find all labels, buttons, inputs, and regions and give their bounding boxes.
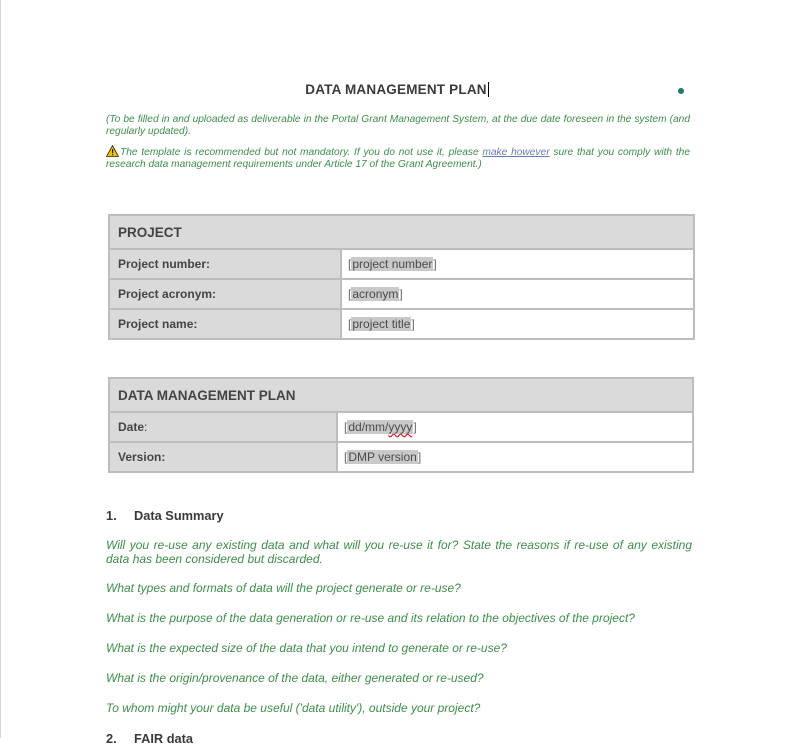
project-acronym-field[interactable]: [acronym] bbox=[340, 278, 695, 310]
project-name-label: Project name: bbox=[108, 308, 342, 340]
template-note: The template is recommended but not mand… bbox=[106, 145, 690, 171]
project-number-placeholder[interactable]: project number bbox=[351, 257, 434, 271]
version-label: Version: bbox=[108, 441, 338, 473]
project-acronym-label: Project acronym: bbox=[108, 278, 342, 310]
date-label: Date: bbox=[108, 411, 338, 443]
project-name-placeholder[interactable]: project title bbox=[351, 317, 412, 331]
section-1-heading: 1. Data Summary bbox=[106, 508, 224, 523]
template-note-link[interactable]: make however bbox=[482, 147, 549, 158]
table-row: Version: [DMP version] bbox=[108, 441, 694, 473]
question-1: Will you re-use any existing data and wh… bbox=[106, 538, 692, 566]
project-name-field[interactable]: [project title] bbox=[340, 308, 695, 340]
question-5: What is the origin/provenance of the dat… bbox=[106, 671, 484, 685]
project-number-label: Project number: bbox=[108, 248, 342, 280]
project-acronym-placeholder[interactable]: acronym bbox=[351, 287, 400, 301]
page-left-edge bbox=[0, 0, 1, 738]
document-title[interactable]: DATA MANAGEMENT PLAN bbox=[0, 82, 794, 97]
table-row: Date: [dd/mm/yyyy] bbox=[108, 411, 694, 443]
warning-triangle-icon bbox=[106, 145, 119, 157]
text-cursor bbox=[487, 82, 489, 97]
question-3: What is the purpose of the data generati… bbox=[106, 611, 635, 625]
date-placeholder[interactable]: dd/mm/yyyy bbox=[347, 420, 414, 434]
version-field[interactable]: [DMP version] bbox=[336, 441, 694, 473]
table-row: Project number: [project number] bbox=[108, 248, 695, 280]
table-row: Project acronym: [acronym] bbox=[108, 278, 695, 310]
question-2: What types and formats of data will the … bbox=[106, 581, 461, 595]
document-title-text: DATA MANAGEMENT PLAN bbox=[305, 82, 487, 97]
question-4: What is the expected size of the data th… bbox=[106, 641, 507, 655]
intro-note: (To be filled in and uploaded as deliver… bbox=[106, 114, 690, 137]
table-row: Project name: [project title] bbox=[108, 308, 695, 340]
project-table-header: PROJECT bbox=[108, 214, 695, 250]
date-field[interactable]: [dd/mm/yyyy] bbox=[336, 411, 694, 443]
dmp-table-header: DATA MANAGEMENT PLAN bbox=[108, 377, 694, 413]
dmp-table: DATA MANAGEMENT PLAN Date: [dd/mm/yyyy] … bbox=[108, 377, 694, 473]
comment-marker-icon[interactable] bbox=[678, 88, 684, 94]
version-placeholder[interactable]: DMP version bbox=[347, 450, 418, 464]
section-2-heading: 2. FAIR data bbox=[106, 731, 194, 746]
project-number-field[interactable]: [project number] bbox=[340, 248, 695, 280]
template-note-text: The template is recommended but not mand… bbox=[120, 147, 483, 158]
project-table: PROJECT Project number: [project number]… bbox=[108, 214, 695, 340]
question-6: To whom might your data be useful ('data… bbox=[106, 701, 481, 715]
